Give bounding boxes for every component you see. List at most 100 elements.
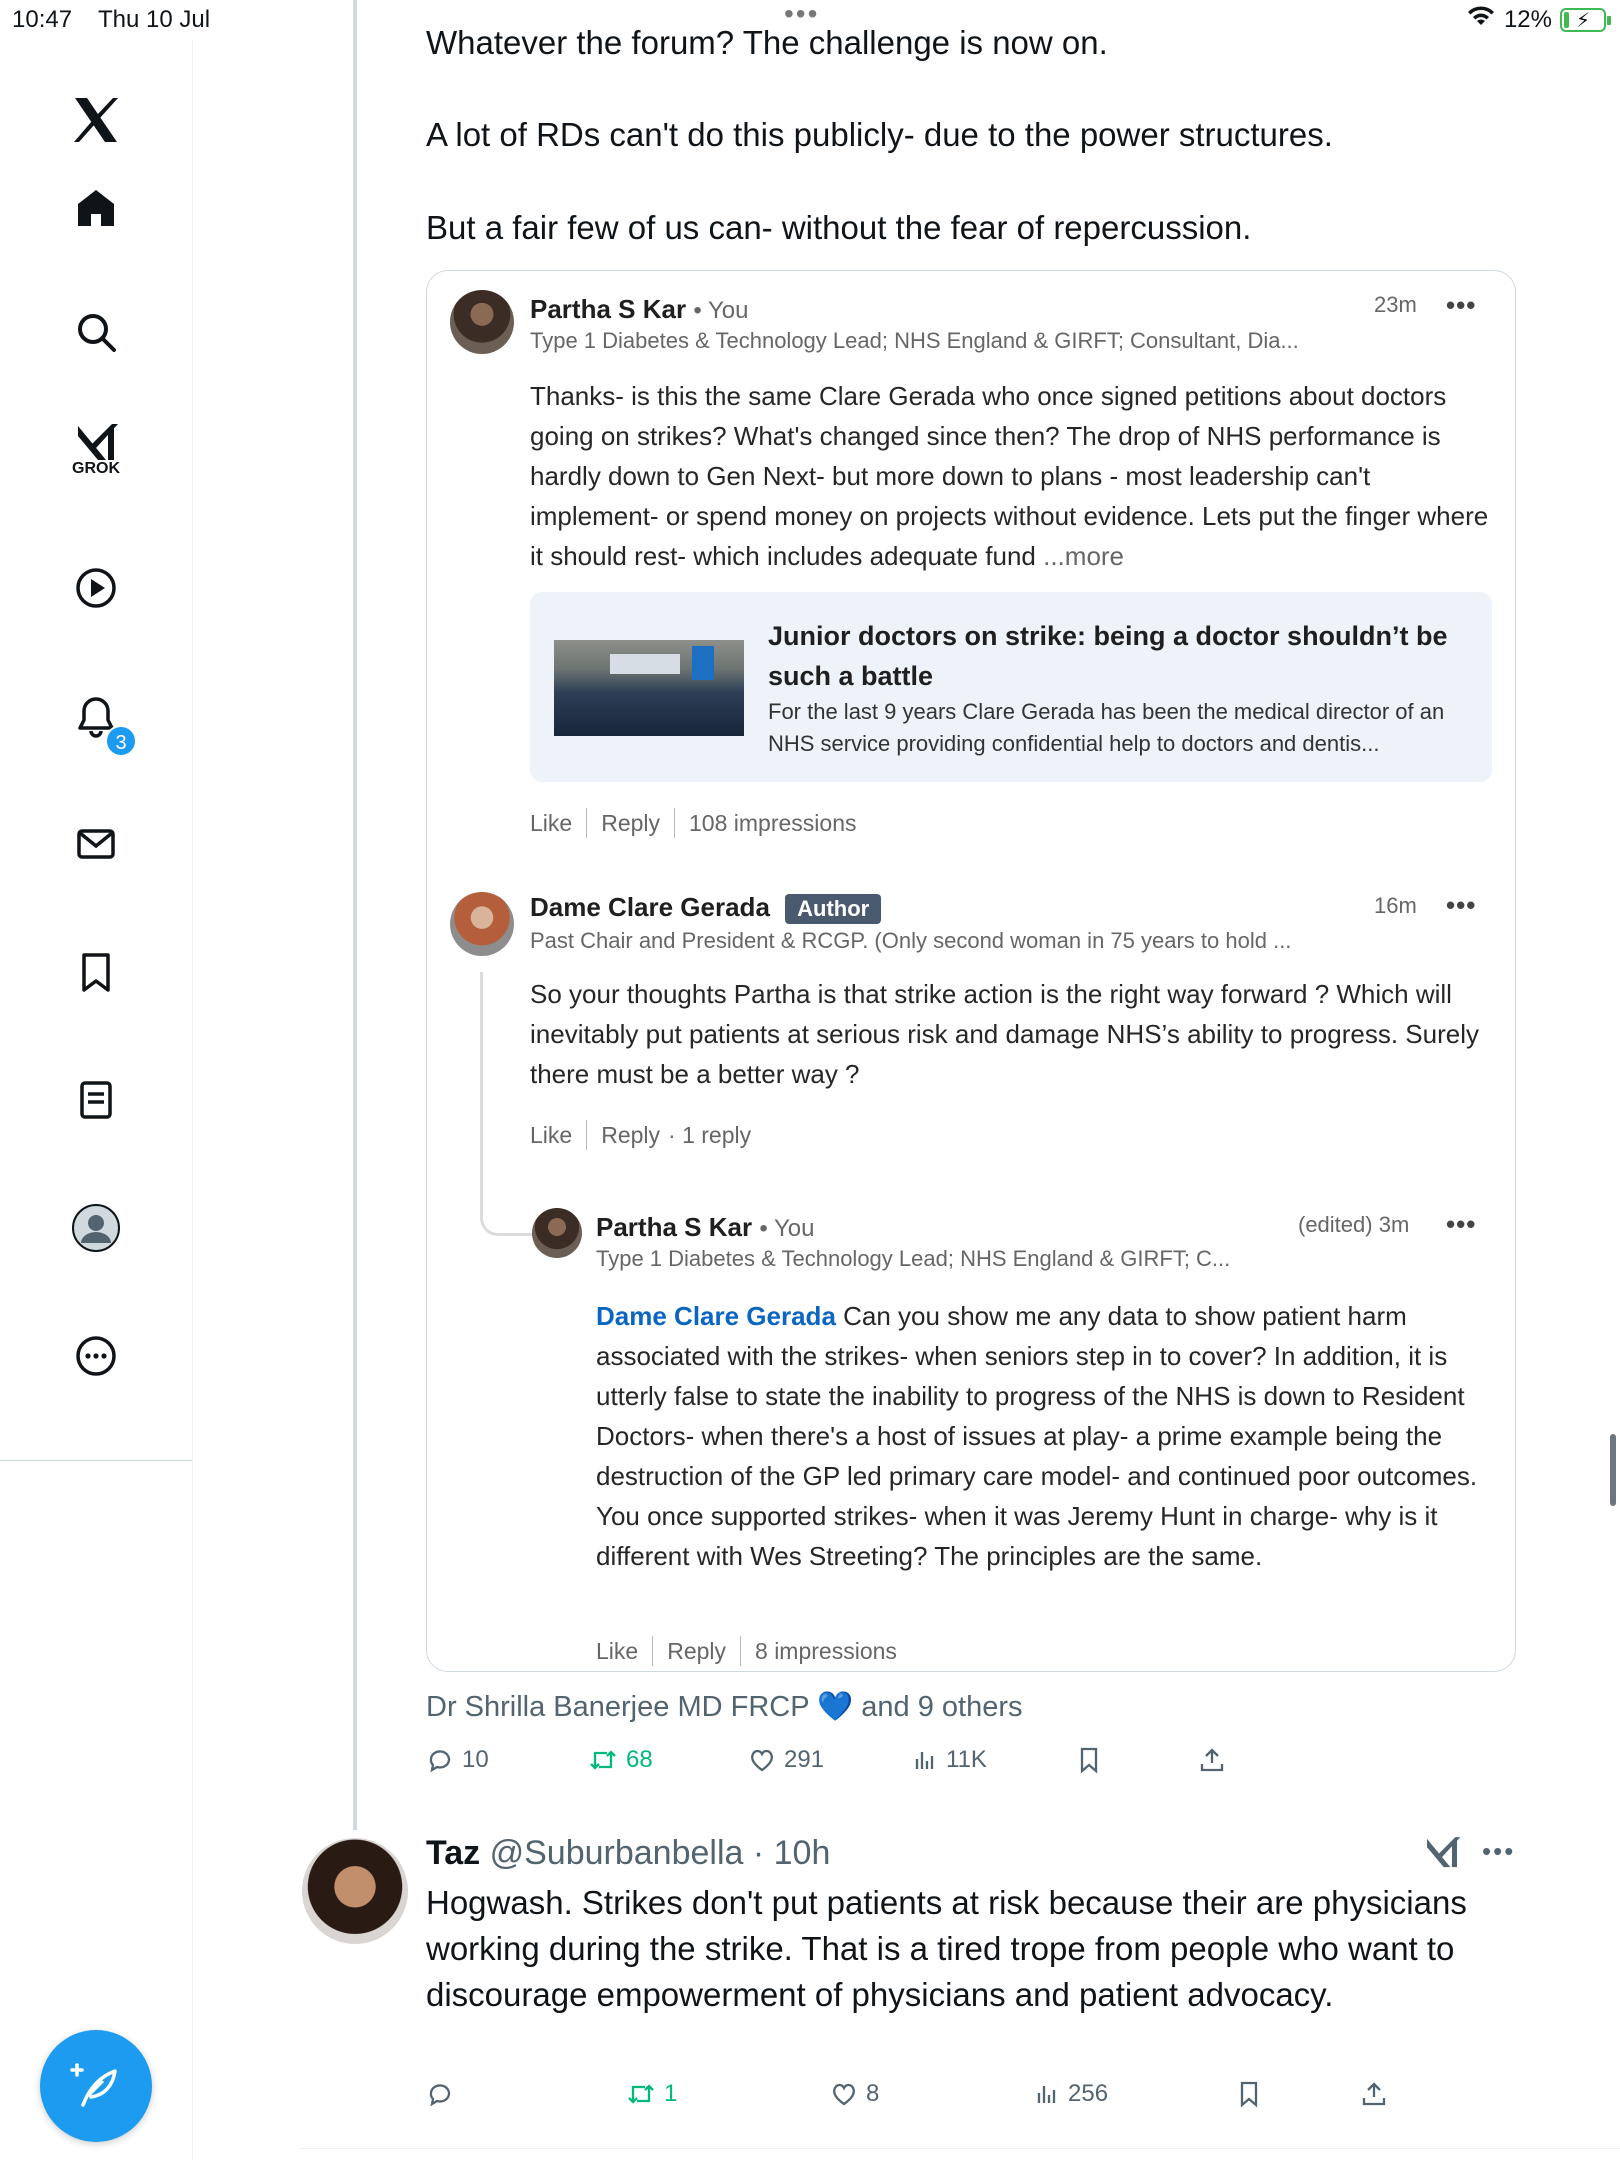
see-more-link[interactable]: ...more	[1043, 541, 1124, 571]
repost-button[interactable]: 1	[626, 2080, 677, 2108]
bookmark-button[interactable]	[1076, 1746, 1102, 1774]
repost-icon	[590, 1750, 616, 1770]
comment-menu-icon[interactable]: •••	[1446, 890, 1476, 921]
you-label: • You	[759, 1215, 815, 1242]
comment-text: Dame Clare Gerada Can you show me any da…	[596, 1296, 1496, 1576]
status-time: 10:47	[12, 6, 73, 33]
bookmark-button[interactable]	[1236, 2080, 1262, 2108]
comment-menu-icon[interactable]: •••	[1446, 1209, 1476, 1240]
like-link[interactable]: Like	[596, 1638, 638, 1665]
commenter-name: Partha S Kar • You	[530, 294, 748, 325]
search-icon[interactable]	[66, 302, 126, 362]
liked-by-others[interactable]: and 9 others	[861, 1691, 1022, 1723]
avatar[interactable]	[302, 1838, 408, 1944]
author-name[interactable]: Taz	[426, 1834, 480, 1872]
post-text-line-2: A lot of RDs can't do this publicly- due…	[426, 116, 1333, 153]
profile-avatar-icon[interactable]	[66, 1198, 126, 1258]
like-link[interactable]: Like	[530, 1122, 572, 1149]
views-button[interactable]: 11K	[912, 1746, 987, 1774]
repost-count: 68	[626, 1746, 653, 1773]
reply-thread-connector	[480, 972, 536, 1236]
article-preview-card[interactable]: Junior doctors on strike: being a doctor…	[530, 592, 1492, 782]
reply-post-header: Taz @Suburbanbella · 10h	[426, 1834, 830, 1873]
scrollbar-thumb[interactable]	[1610, 1434, 1616, 1506]
reply-button[interactable]	[426, 2080, 462, 2108]
status-date: Thu 10 Jul	[98, 6, 211, 33]
like-count: 8	[866, 2080, 880, 2107]
heart-icon	[751, 1749, 773, 1772]
like-button[interactable]: 8	[830, 2080, 879, 2108]
home-icon[interactable]	[66, 178, 126, 238]
reply-link[interactable]: Reply	[601, 1122, 660, 1149]
comment-text: Thanks- is this the same Clare Gerada wh…	[530, 376, 1490, 576]
grok-icon[interactable]: GROK	[66, 420, 126, 480]
avatar	[450, 290, 514, 354]
post-text-line-3: But a fair few of us can- without the fe…	[426, 209, 1252, 246]
like-link[interactable]: Like	[530, 810, 572, 837]
commenter-headline: Type 1 Diabetes & Technology Lead; NHS E…	[596, 1246, 1231, 1271]
blue-heart-emoji: 💙	[817, 1691, 854, 1723]
repost-button[interactable]: 68	[588, 1746, 653, 1774]
comment-time: (edited) 3m	[1298, 1212, 1410, 1237]
reply-link[interactable]: Reply	[601, 810, 660, 837]
reply-post-text: Hogwash. Strikes don't put patients at r…	[426, 1884, 1467, 2013]
share-button[interactable]	[1360, 2080, 1388, 2108]
video-icon[interactable]	[66, 558, 126, 618]
grok-explain-icon[interactable]	[1422, 1834, 1462, 1877]
more-options-icon[interactable]	[66, 1326, 126, 1386]
share-icon	[1200, 1748, 1224, 1772]
commenter-name-text: Partha S Kar	[596, 1212, 753, 1242]
post-divider	[300, 2148, 1620, 2149]
reply-count: 10	[462, 1746, 489, 1773]
comment-body: Thanks- is this the same Clare Gerada wh…	[530, 381, 1489, 571]
bookmark-icon	[1240, 2081, 1258, 2108]
grok-label: GROK	[72, 460, 120, 477]
messages-envelope-icon[interactable]	[66, 814, 126, 874]
compose-feather-icon	[70, 2063, 117, 2107]
article-thumbnail	[554, 640, 744, 736]
thread-connector-line	[353, 0, 357, 1830]
share-button[interactable]	[1198, 1746, 1226, 1774]
more-options-icon[interactable]: •••	[1482, 1836, 1515, 1867]
reply-icon	[429, 1750, 451, 1773]
liked-by-line[interactable]: Dr Shrilla Banerjee MD FRCP 💙 and 9 othe…	[426, 1690, 1023, 1724]
liked-by-name[interactable]: Dr Shrilla Banerjee MD FRCP	[426, 1691, 809, 1723]
x-logo-icon[interactable]	[66, 90, 126, 150]
post-text-line-1: Whatever the forum? The challenge is now…	[426, 24, 1108, 61]
notification-count-badge: 3	[105, 725, 137, 757]
views-button[interactable]: 256	[1034, 2080, 1108, 2108]
commenter-headline: Type 1 Diabetes & Technology Lead; NHS E…	[530, 328, 1299, 353]
commenter-name-text: Dame Clare Gerada	[530, 892, 770, 922]
bookmarks-icon[interactable]	[66, 942, 126, 1002]
lists-icon[interactable]	[66, 1070, 126, 1130]
view-count: 11K	[946, 1746, 987, 1773]
reply-count[interactable]: · 1 reply	[668, 1122, 751, 1149]
repost-icon	[628, 2084, 654, 2104]
sidebar-nav: GROK 3	[0, 40, 193, 2160]
commenter-name: Dame Clare Gerada Author	[530, 892, 882, 925]
author-handle[interactable]: @Suburbanbella · 10h	[490, 1834, 831, 1872]
impressions-count: 108 impressions	[689, 809, 857, 836]
post-action-bar: 10 68 291 11K	[426, 1746, 1526, 1786]
comment-time: 16m	[1374, 893, 1417, 918]
like-count: 291	[784, 1746, 825, 1773]
like-button[interactable]: 291	[748, 1746, 824, 1774]
share-icon	[1362, 2082, 1386, 2106]
comment-time: 23m	[1374, 292, 1417, 317]
reply-link[interactable]: Reply	[667, 1638, 726, 1665]
bookmark-icon	[1080, 1747, 1098, 1774]
comment-text: So your thoughts Partha is that strike a…	[530, 979, 1479, 1089]
comment-actions: Like Reply 8 impressions	[596, 1636, 897, 1666]
view-count: 256	[1068, 2080, 1109, 2107]
article-description: For the last 9 years Clare Gerada has be…	[768, 699, 1445, 756]
battery-icon: ⚡	[1560, 7, 1611, 32]
author-badge: Author	[785, 894, 882, 925]
reply-icon	[429, 2084, 451, 2107]
reply-button[interactable]: 10	[426, 1746, 489, 1774]
comment-actions: Like Reply 108 impressions	[530, 808, 856, 838]
avatar	[532, 1208, 582, 1258]
comment-actions: Like Reply · 1 reply	[530, 1120, 751, 1150]
mention-link[interactable]: Dame Clare Gerada	[596, 1301, 836, 1331]
comment-menu-icon[interactable]: •••	[1446, 290, 1476, 321]
compose-post-button[interactable]	[40, 2030, 152, 2142]
